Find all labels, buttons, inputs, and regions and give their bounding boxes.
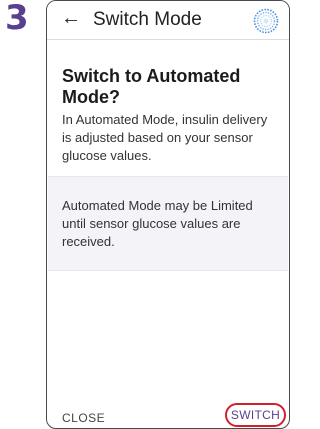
automated-mode-icon	[253, 8, 279, 34]
phone-screen: ← Switch Mode Switch to Automated Mode? …	[46, 0, 290, 429]
step-number: 3	[5, 0, 29, 38]
dialog-title: Switch to Automated Mode?	[62, 66, 241, 107]
top-bar: ← Switch Mode	[47, 1, 289, 40]
info-note-text: Automated Mode may be Limited until sens…	[62, 198, 253, 249]
dialog-header: Switch to Automated Mode?	[62, 66, 277, 108]
dialog-description: In Automated Mode, insulin delivery is a…	[62, 112, 268, 163]
switch-button[interactable]: SWITCH	[225, 403, 286, 427]
close-button[interactable]: CLOSE	[62, 411, 105, 425]
screen-title: Switch Mode	[93, 9, 202, 30]
back-arrow-icon[interactable]: ←	[61, 7, 81, 30]
info-note: Automated Mode may be Limited until sens…	[48, 176, 288, 271]
